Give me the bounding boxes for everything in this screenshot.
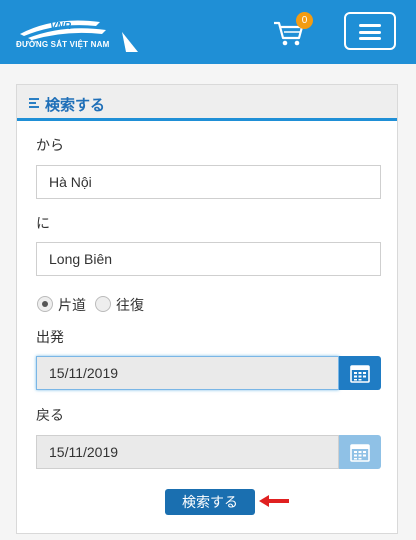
vnr-logo-icon: VNR — [20, 20, 138, 52]
list-icon — [29, 98, 39, 110]
from-station-input[interactable]: Hà Nội — [36, 165, 381, 199]
return-calendar-button[interactable] — [339, 435, 381, 469]
from-label: から — [36, 137, 64, 153]
vnr-logo[interactable]: VNR ĐƯỜNG SẮT VIỆT NAM — [14, 12, 144, 56]
depart-date-input[interactable]: 15/11/2019 — [36, 356, 339, 390]
svg-text:VNR: VNR — [50, 21, 72, 32]
hamburger-line — [359, 30, 381, 34]
top-navigation-bar: VNR ĐƯỜNG SẮT VIỆT NAM 0 — [0, 0, 416, 64]
to-station-input[interactable]: Long Biên — [36, 242, 381, 276]
logo-text: ĐƯỜNG SẮT VIỆT NAM — [16, 40, 110, 49]
cart-count-badge: 0 — [296, 12, 313, 29]
search-panel: 検索する から Hà Nội に Long Biên 片道 往復 出発 15/1… — [16, 84, 398, 534]
panel-title: 検索する — [45, 97, 106, 114]
search-button[interactable]: 検索する — [165, 489, 255, 515]
red-arrow-icon — [259, 495, 289, 507]
round-trip-radio[interactable] — [95, 296, 111, 312]
calendar-icon — [350, 444, 370, 462]
calendar-icon — [350, 365, 370, 383]
to-label: に — [36, 215, 50, 231]
return-label: 戻る — [36, 407, 64, 423]
depart-label: 出発 — [36, 329, 64, 345]
depart-calendar-button[interactable] — [339, 356, 381, 390]
one-way-label[interactable]: 片道 — [58, 295, 86, 315]
round-trip-label[interactable]: 往復 — [116, 295, 144, 315]
return-date-input[interactable]: 15/11/2019 — [36, 435, 339, 469]
one-way-radio[interactable] — [37, 296, 53, 312]
panel-header: 検索する — [17, 85, 397, 121]
menu-button[interactable] — [344, 12, 396, 50]
hamburger-line — [359, 37, 381, 40]
hamburger-icon — [359, 24, 381, 27]
